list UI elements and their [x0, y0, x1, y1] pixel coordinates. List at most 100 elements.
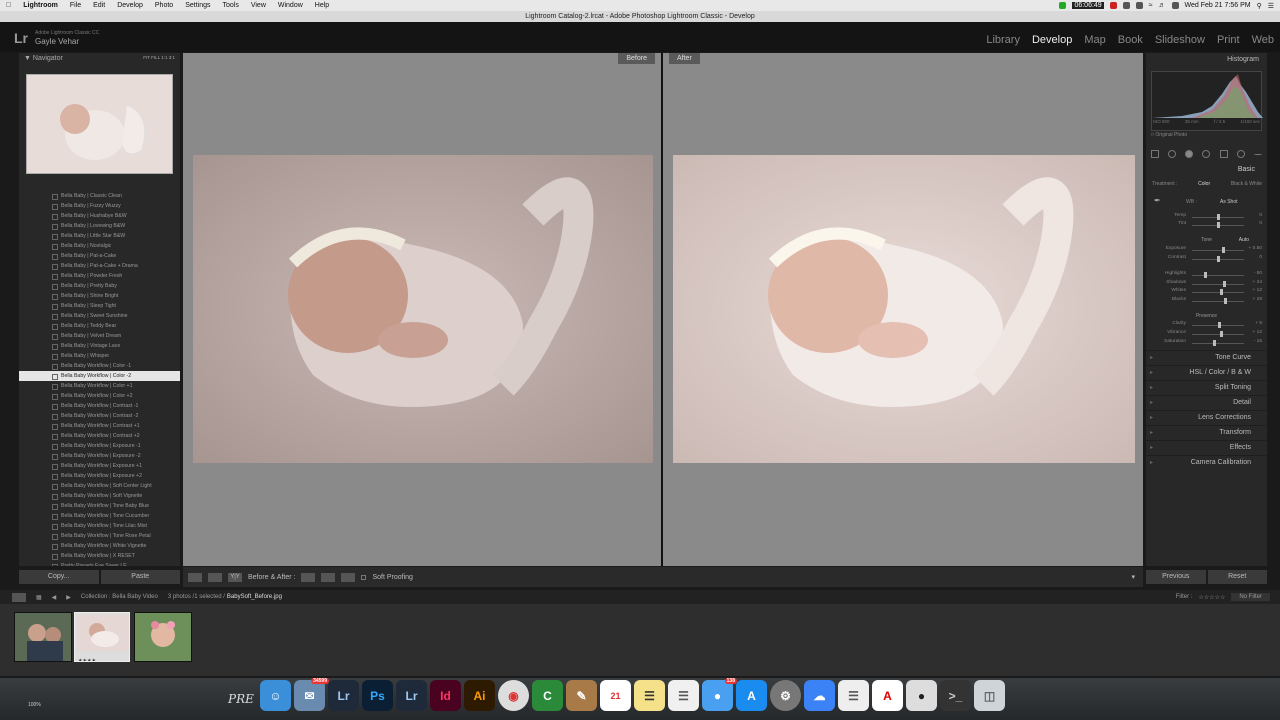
acrobat-icon[interactable]: A — [872, 680, 903, 711]
menu-photo[interactable]: Photo — [149, 2, 179, 9]
section-toggle-icon[interactable]: ▸ — [1150, 411, 1153, 425]
preset-item[interactable]: Bella Baby | Lovewing B&W — [19, 221, 180, 231]
before-pane[interactable]: Before — [183, 53, 663, 566]
mail-icon[interactable]: ✉ 34599 — [294, 678, 329, 711]
slider-knob[interactable] — [1217, 256, 1220, 262]
preset-item[interactable]: Bella Baby Workflow | Contrast +1 — [19, 421, 180, 431]
slider-value[interactable]: + 28 — [1248, 297, 1262, 302]
treatment-bw[interactable]: Black & White — [1231, 181, 1262, 187]
menu-tools[interactable]: Tools — [216, 2, 244, 9]
preset-item[interactable]: Bella Baby Workflow | Soft Center Light — [19, 481, 180, 491]
recording-timer[interactable]: 06:06:49 — [1072, 2, 1104, 9]
section-toggle-icon[interactable]: ▸ — [1150, 426, 1153, 440]
slider-knob[interactable] — [1218, 322, 1222, 328]
menu-list-icon[interactable]: ☰ — [1268, 2, 1274, 10]
graduated-filter-icon[interactable] — [1219, 150, 1228, 158]
clock[interactable]: Wed Feb 21 7:56 PM — [1185, 2, 1251, 9]
preset-item[interactable]: Bella Baby Workflow | Contrast +2 — [19, 431, 180, 441]
preset-item[interactable]: Bella Baby Workflow | Color -2 — [19, 371, 180, 381]
navigator-preview[interactable] — [26, 74, 173, 174]
slider-knob[interactable] — [1220, 331, 1224, 337]
navigator-header[interactable]: ▼ Navigator FIT FILL 1:1 3:1 — [19, 53, 180, 65]
panel-section[interactable]: ▸ HSL / Color / B & W — [1146, 365, 1267, 379]
navigator-zoom-options[interactable]: FIT FILL 1:1 3:1 — [143, 55, 175, 63]
crop-tool-icon[interactable] — [1167, 150, 1176, 158]
slider-knob[interactable] — [1224, 298, 1228, 304]
menu-window[interactable]: Window — [272, 2, 309, 9]
redeye-icon[interactable] — [1202, 150, 1211, 158]
preset-item[interactable]: Pretty Presets Eye Saver LE — [19, 561, 180, 566]
adjustment-brush-icon[interactable] — [1254, 153, 1263, 155]
status-icon[interactable] — [1059, 2, 1067, 9]
camtasia-icon[interactable]: C — [532, 680, 563, 711]
preset-item[interactable]: Bella Baby | Hushabye B&W — [19, 211, 180, 221]
wb-eyedropper-icon[interactable]: ✒ — [1154, 196, 1161, 205]
preset-item[interactable]: Bella Baby Workflow | Color +2 — [19, 391, 180, 401]
finder-icon[interactable]: ☺ — [260, 680, 291, 711]
terminal-icon[interactable]: >_ — [940, 680, 971, 711]
preset-item[interactable]: Bella Baby | Powder Fresh — [19, 271, 180, 281]
section-toggle-icon[interactable]: ▸ — [1150, 381, 1153, 395]
menu-help[interactable]: Help — [309, 2, 335, 9]
toolbar-menu-icon[interactable]: ▾ — [1131, 573, 1135, 581]
document-icon[interactable]: ☰ — [838, 680, 869, 711]
notes-app-icon[interactable]: ✎ — [566, 680, 597, 711]
slider-knob[interactable] — [1220, 289, 1224, 295]
preset-item[interactable]: Bella Baby Workflow | Tone Baby Blue — [19, 501, 180, 511]
slider-value[interactable]: 0 — [1248, 255, 1262, 260]
preset-item[interactable]: Bella Baby | Classic Clean — [19, 191, 180, 201]
filmstrip-thumb-2-selected[interactable]: ★★★★ — [74, 612, 130, 662]
lightroom-icon[interactable]: Lr — [328, 680, 359, 711]
trash-icon[interactable]: ◫ — [974, 680, 1005, 711]
treatment-color[interactable]: Color — [1198, 181, 1210, 187]
notes-icon[interactable]: ☰ — [634, 680, 665, 711]
messages-icon[interactable]: ● 138 — [702, 678, 737, 711]
apple-icon[interactable]:  — [0, 2, 17, 9]
grid-tool-icon[interactable] — [1150, 150, 1159, 158]
spot-removal-icon[interactable] — [1185, 150, 1194, 158]
module-book[interactable]: Book — [1112, 34, 1149, 46]
preset-item[interactable]: Bella Baby | Fuzzy Wuzzy — [19, 201, 180, 211]
yy-view-button[interactable]: Y|Y — [228, 572, 242, 582]
slider-track[interactable] — [1192, 334, 1244, 335]
slider-value[interactable]: 0 — [1248, 221, 1262, 226]
before-photo[interactable] — [193, 155, 653, 463]
panel-section[interactable]: ▸ Detail — [1146, 395, 1267, 409]
preset-item[interactable]: Bella Baby Workflow | Exposure +1 — [19, 461, 180, 471]
after-pane[interactable]: After — [665, 53, 1143, 566]
slider-knob[interactable] — [1213, 340, 1217, 346]
menu-settings[interactable]: Settings — [179, 2, 216, 9]
paste-button[interactable]: Paste — [100, 570, 180, 584]
wb-select[interactable]: As Shot — [1220, 199, 1238, 205]
preset-item[interactable]: Bella Baby Workflow | Soft Vignette — [19, 491, 180, 501]
system-preferences-icon[interactable]: ⚙ — [770, 680, 801, 711]
app-store-icon[interactable]: A — [736, 680, 767, 711]
slider-knob[interactable] — [1204, 272, 1207, 278]
copy-button[interactable]: Copy... — [19, 570, 99, 584]
slider-track[interactable] — [1192, 275, 1244, 276]
slider-knob[interactable] — [1222, 247, 1226, 253]
radial-filter-icon[interactable] — [1237, 150, 1246, 158]
section-toggle-icon[interactable]: ▸ — [1150, 366, 1153, 380]
cloud-app-icon[interactable]: ☁ — [804, 680, 835, 711]
preset-item[interactable]: Bella Baby | Shine Bright — [19, 291, 180, 301]
collection-source[interactable]: Collection : Bella Baby Video — [81, 594, 158, 600]
preset-item[interactable]: Bella Baby Workflow | Tone Rose Petal — [19, 531, 180, 541]
slider-track[interactable] — [1192, 292, 1244, 293]
preset-item[interactable]: Bella Baby Workflow | White Vignette — [19, 541, 180, 551]
preset-item[interactable]: Bella Baby Workflow | Tone Cucumber — [19, 511, 180, 521]
search-icon[interactable]: ⚲ — [1257, 2, 1262, 10]
preset-item[interactable]: Bella Baby | Little Star B&W — [19, 231, 180, 241]
preset-item[interactable]: Bella Baby | Sweet Sunshine — [19, 311, 180, 321]
module-slideshow[interactable]: Slideshow — [1149, 34, 1211, 46]
module-web[interactable]: Web — [1246, 34, 1280, 46]
grid-icon[interactable]: ▦ — [36, 594, 42, 601]
preset-item[interactable]: Bella Baby | Teddy Bear — [19, 321, 180, 331]
selected-filename[interactable]: BabySoft_Before.jpg — [227, 594, 282, 600]
preset-item[interactable]: Bella Baby Workflow | Exposure -2 — [19, 451, 180, 461]
filmstrip-thumb-3[interactable] — [134, 612, 192, 662]
second-window-icon[interactable] — [12, 592, 26, 602]
menu-extra-icon[interactable] — [1122, 2, 1130, 9]
menu-develop[interactable]: Develop — [111, 2, 149, 9]
rating-filter[interactable]: ☆☆☆☆☆ — [1198, 594, 1225, 601]
